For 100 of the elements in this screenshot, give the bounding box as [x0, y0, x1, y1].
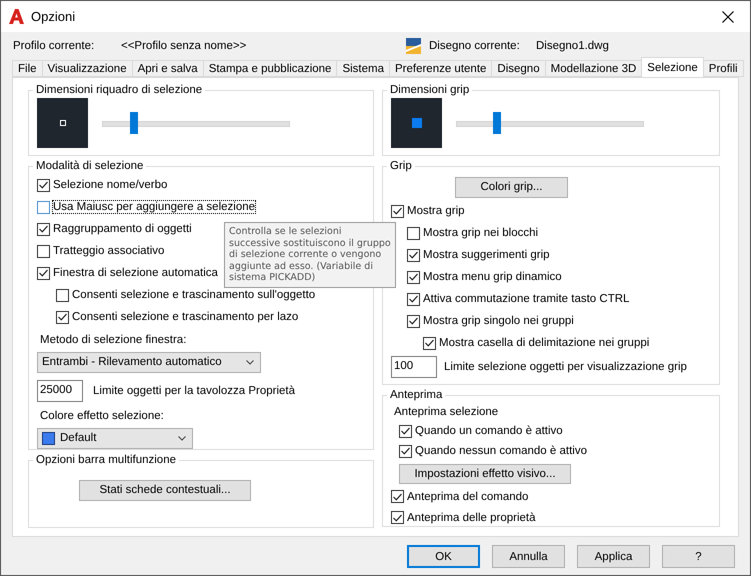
- checkbox-label: Raggruppamento di oggetti: [53, 223, 192, 235]
- checkmark-icon: [401, 447, 410, 455]
- checkbox-label: Consenti selezione e trascinamento sull'oggetto: [72, 289, 316, 301]
- checkbox-label: Quando nessun comando è attivo: [415, 445, 587, 457]
- field-label: Metodo di selezione finestra:: [40, 334, 186, 346]
- checkbox-label: Tratteggio associativo: [53, 245, 164, 257]
- grip-colors-button[interactable]: Colori grip...: [455, 176, 568, 198]
- dropdown[interactable]: Entrambi - Rilevamento automatico: [37, 352, 261, 372]
- checkbox-label: Mostra suggerimenti grip: [423, 249, 550, 261]
- field-label: Limite oggetti per la tavolozza Proprietà: [93, 385, 295, 397]
- slider-thumb[interactable]: [130, 112, 138, 134]
- checkbox-label: Usa Maiusc per aggiungere a selezione: [53, 201, 256, 213]
- tab[interactable]: Visualizzazione: [42, 60, 133, 77]
- checkbox[interactable]: [423, 336, 436, 350]
- checkmark-icon: [393, 492, 402, 500]
- checkbox-label: Mostra menu grip dinamico: [423, 271, 562, 283]
- checkbox-label: Attiva commutazione tramite tasto CTRL: [423, 293, 630, 305]
- profile-value: <<Profilo senza nome>>: [121, 40, 248, 52]
- group-title: Modalità di selezione: [35, 160, 144, 172]
- checkbox-label: Selezione nome/verbo: [53, 179, 168, 191]
- section-label: Anteprima selezione: [394, 406, 498, 418]
- checkbox[interactable]: [391, 204, 404, 218]
- checkmark-icon: [425, 339, 434, 347]
- dropdown[interactable]: Default: [37, 428, 193, 448]
- checkmark-icon: [409, 251, 418, 259]
- grip-square-icon: [412, 118, 422, 128]
- checkbox[interactable]: [399, 424, 412, 438]
- checkbox[interactable]: [407, 248, 420, 262]
- input-field[interactable]: 25000: [37, 380, 83, 402]
- group-title: Opzioni barra multifunzione: [35, 454, 177, 466]
- checkbox-label: Anteprima delle proprietà: [407, 512, 536, 524]
- tab[interactable]: Modellazione 3D: [544, 60, 642, 77]
- checkbox[interactable]: [391, 511, 404, 524]
- field-label: Limite selezione oggetti per visualizzazione grip: [444, 361, 687, 373]
- checkbox[interactable]: [407, 226, 420, 240]
- contextual-tab-states-button[interactable]: Stati schede contestuali...: [79, 480, 251, 500]
- chevron-down-icon: [178, 436, 186, 440]
- tab[interactable]: Apri e salva: [132, 60, 204, 77]
- tab[interactable]: Sistema: [336, 60, 390, 77]
- checkmark-icon: [39, 225, 48, 233]
- app-logo-icon: [9, 9, 24, 24]
- dialog-button[interactable]: Annulla: [492, 545, 565, 568]
- dialog-button[interactable]: ?: [662, 545, 735, 568]
- checkbox[interactable]: [37, 266, 50, 280]
- checkmark-icon: [393, 514, 402, 522]
- drawing-file-icon: [406, 38, 421, 54]
- profile-label: Profilo corrente:: [13, 40, 96, 52]
- checkbox[interactable]: [407, 292, 420, 306]
- checkbox[interactable]: [37, 178, 50, 192]
- drawing-label: Disegno corrente:: [429, 40, 521, 52]
- group-title: Anteprima: [389, 389, 444, 401]
- checkbox-label: Mostra casella di delimitazione nei gruppi: [439, 337, 650, 349]
- close-icon: [722, 10, 734, 22]
- tab[interactable]: Profili: [702, 60, 744, 77]
- checkbox[interactable]: [37, 200, 50, 214]
- checkbox[interactable]: [391, 490, 404, 503]
- checkbox-label: Consenti selezione e trascinamento per lazo: [72, 311, 298, 323]
- checkbox-label: Finestra di selezione automatica: [53, 267, 218, 279]
- checkbox[interactable]: [407, 314, 420, 328]
- tooltip: Controlla se le selezioni successive sostituiscono il gruppo di selezione corrente o vengono aggiunte ad esso. (Variabile di sistema PICKADD): [224, 222, 396, 288]
- slider-track[interactable]: [456, 112, 644, 134]
- drawing-value: Disegno1.dwg: [536, 40, 609, 52]
- tab[interactable]: Selezione: [641, 57, 704, 77]
- checkbox[interactable]: [56, 288, 69, 302]
- checkbox-label: Quando un comando è attivo: [415, 425, 563, 437]
- checkbox-label: Mostra grip: [407, 205, 465, 217]
- checkmark-icon: [39, 269, 48, 277]
- checkmark-icon: [409, 273, 418, 281]
- slider-thumb[interactable]: [493, 112, 502, 134]
- group-title: Dimensioni riquadro di selezione: [35, 84, 204, 96]
- checkbox[interactable]: [56, 310, 69, 324]
- tab[interactable]: Stampa e pubblicazione: [202, 60, 338, 77]
- tab[interactable]: Preferenze utente: [388, 60, 492, 77]
- checkbox-label: Mostra grip singolo nei gruppi: [423, 315, 574, 327]
- checkmark-icon: [39, 181, 48, 189]
- checkmark-icon: [58, 313, 67, 321]
- field-label: Colore effetto selezione:: [40, 410, 164, 422]
- slider-track[interactable]: [102, 112, 290, 134]
- chevron-down-icon: [246, 360, 254, 364]
- group-title: Grip: [389, 160, 413, 172]
- checkbox[interactable]: [37, 244, 50, 258]
- window-title: Opzioni: [31, 9, 76, 24]
- input-field[interactable]: 100: [391, 356, 437, 378]
- visual-effect-settings-button[interactable]: Impostazioni effetto visivo...: [399, 464, 571, 484]
- checkbox[interactable]: [399, 444, 412, 458]
- checkbox[interactable]: [407, 270, 420, 284]
- pickbox-icon: [60, 120, 66, 126]
- checkbox-label: Anteprima del comando: [407, 490, 528, 502]
- tab[interactable]: File: [12, 60, 43, 77]
- checkmark-icon: [401, 427, 410, 435]
- color-swatch-icon: [42, 432, 55, 444]
- checkmark-icon: [409, 295, 418, 303]
- checkbox[interactable]: [37, 222, 50, 236]
- checkmark-icon: [409, 317, 418, 325]
- tab[interactable]: Disegno: [491, 60, 546, 77]
- dialog-button[interactable]: Applica: [577, 545, 650, 568]
- dialog-button[interactable]: OK: [407, 545, 480, 568]
- group-title: Dimensioni grip: [389, 84, 470, 96]
- checkmark-icon: [393, 207, 402, 215]
- checkbox-label: Mostra grip nei blocchi: [423, 227, 538, 239]
